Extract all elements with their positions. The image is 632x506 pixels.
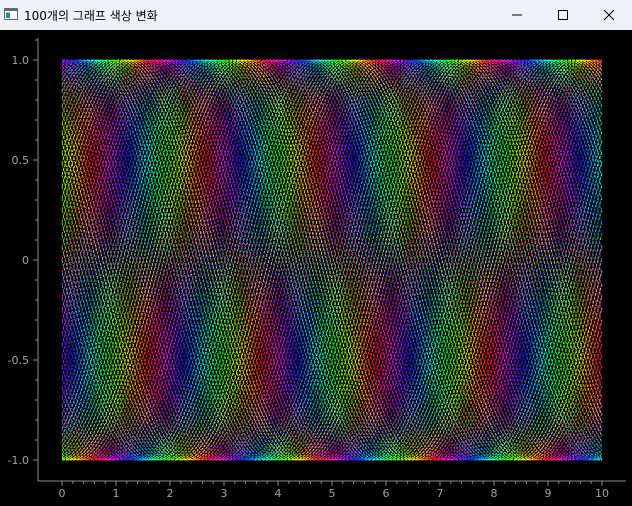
window-title: 100개의 그래프 색상 변화 (24, 9, 158, 23)
x-tick-label: 1 (113, 487, 120, 500)
close-button[interactable] (586, 0, 632, 30)
x-tick-label: 6 (383, 487, 390, 500)
x-tick-label: 7 (437, 487, 444, 500)
x-tick-label: 5 (329, 487, 336, 500)
x-tick-label: 9 (545, 487, 552, 500)
x-tick-label: 2 (167, 487, 174, 500)
x-tick-label: 3 (221, 487, 228, 500)
x-tick-label: 0 (59, 487, 66, 500)
maximize-button[interactable] (540, 0, 586, 30)
line-chart[interactable]: 0 1 2 3 4 5 6 7 8 9 10 1.0 0.5 0 -0.5 -1.0 (0, 30, 632, 506)
title-bar[interactable]: 100개의 그래프 색상 변화 (0, 0, 632, 30)
x-tick-label: 8 (491, 487, 498, 500)
series-layer (61, 59, 603, 461)
x-tick-label: 10 (595, 487, 609, 500)
minimize-icon (512, 14, 522, 16)
close-icon (603, 9, 615, 21)
app-window: 100개의 그래프 색상 변화 0 1 2 3 4 5 6 7 8 9 10 1.0 0.5 0 -0.5 -… (0, 0, 632, 506)
maximize-icon (558, 10, 568, 20)
y-tick-label: -1.0 (8, 454, 29, 467)
y-tick-label: 0 (22, 254, 29, 267)
y-tick-label: -0.5 (8, 354, 29, 367)
x-tick-label: 4 (275, 487, 282, 500)
y-tick-label: 1.0 (12, 54, 30, 67)
minimize-button[interactable] (494, 0, 540, 30)
y-tick-label: 0.5 (12, 154, 30, 167)
app-window-icon (4, 8, 18, 20)
